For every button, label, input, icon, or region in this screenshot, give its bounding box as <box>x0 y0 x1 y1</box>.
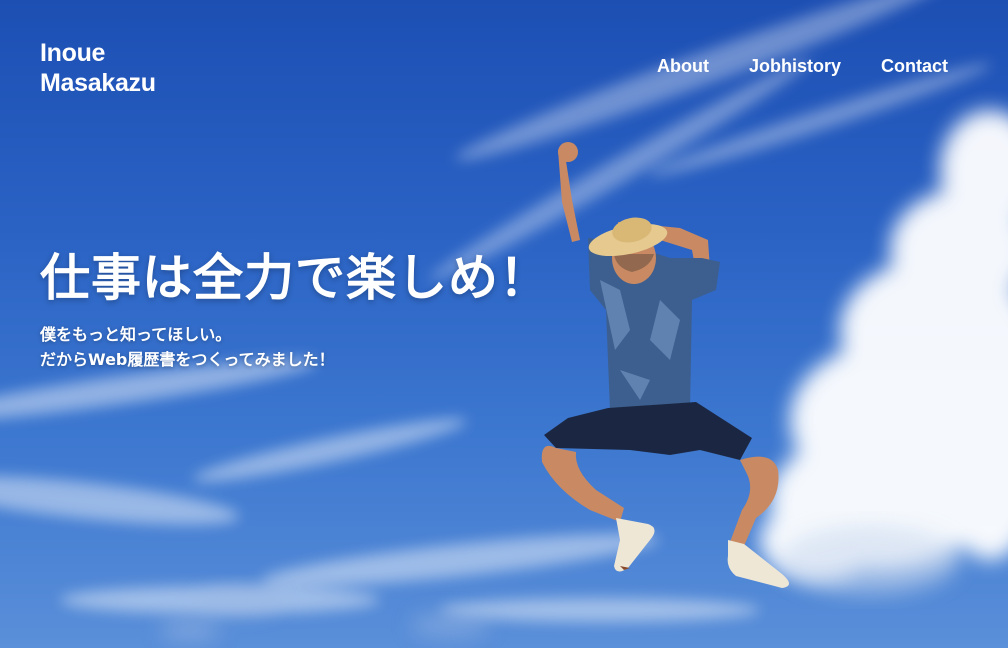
hero-subtext-line1: 僕をもっと知ってほしい。 <box>40 325 232 344</box>
logo-first-name: Inoue <box>40 39 106 67</box>
nav-link-jobhistory[interactable]: Jobhistory <box>749 56 841 77</box>
jumping-man-photo <box>541 142 789 588</box>
hero-subtext-line2: だからWeb履歴書をつくってみました！ <box>40 350 335 369</box>
nav-link-about[interactable]: About <box>657 56 709 77</box>
site-logo[interactable]: Inoue Masakazu <box>40 38 156 98</box>
logo-last-name: Masakazu <box>40 69 156 97</box>
hero-subtext: 僕をもっと知ってほしい。 だからWeb履歴書をつくってみました！ <box>40 322 335 372</box>
hero-headline: 仕事は全力で楽しめ！ <box>40 249 550 307</box>
hero-section: Inoue Masakazu About Jobhistory Contact … <box>0 0 1008 648</box>
nav-link-contact[interactable]: Contact <box>881 56 948 77</box>
main-nav: About Jobhistory Contact <box>657 56 948 77</box>
